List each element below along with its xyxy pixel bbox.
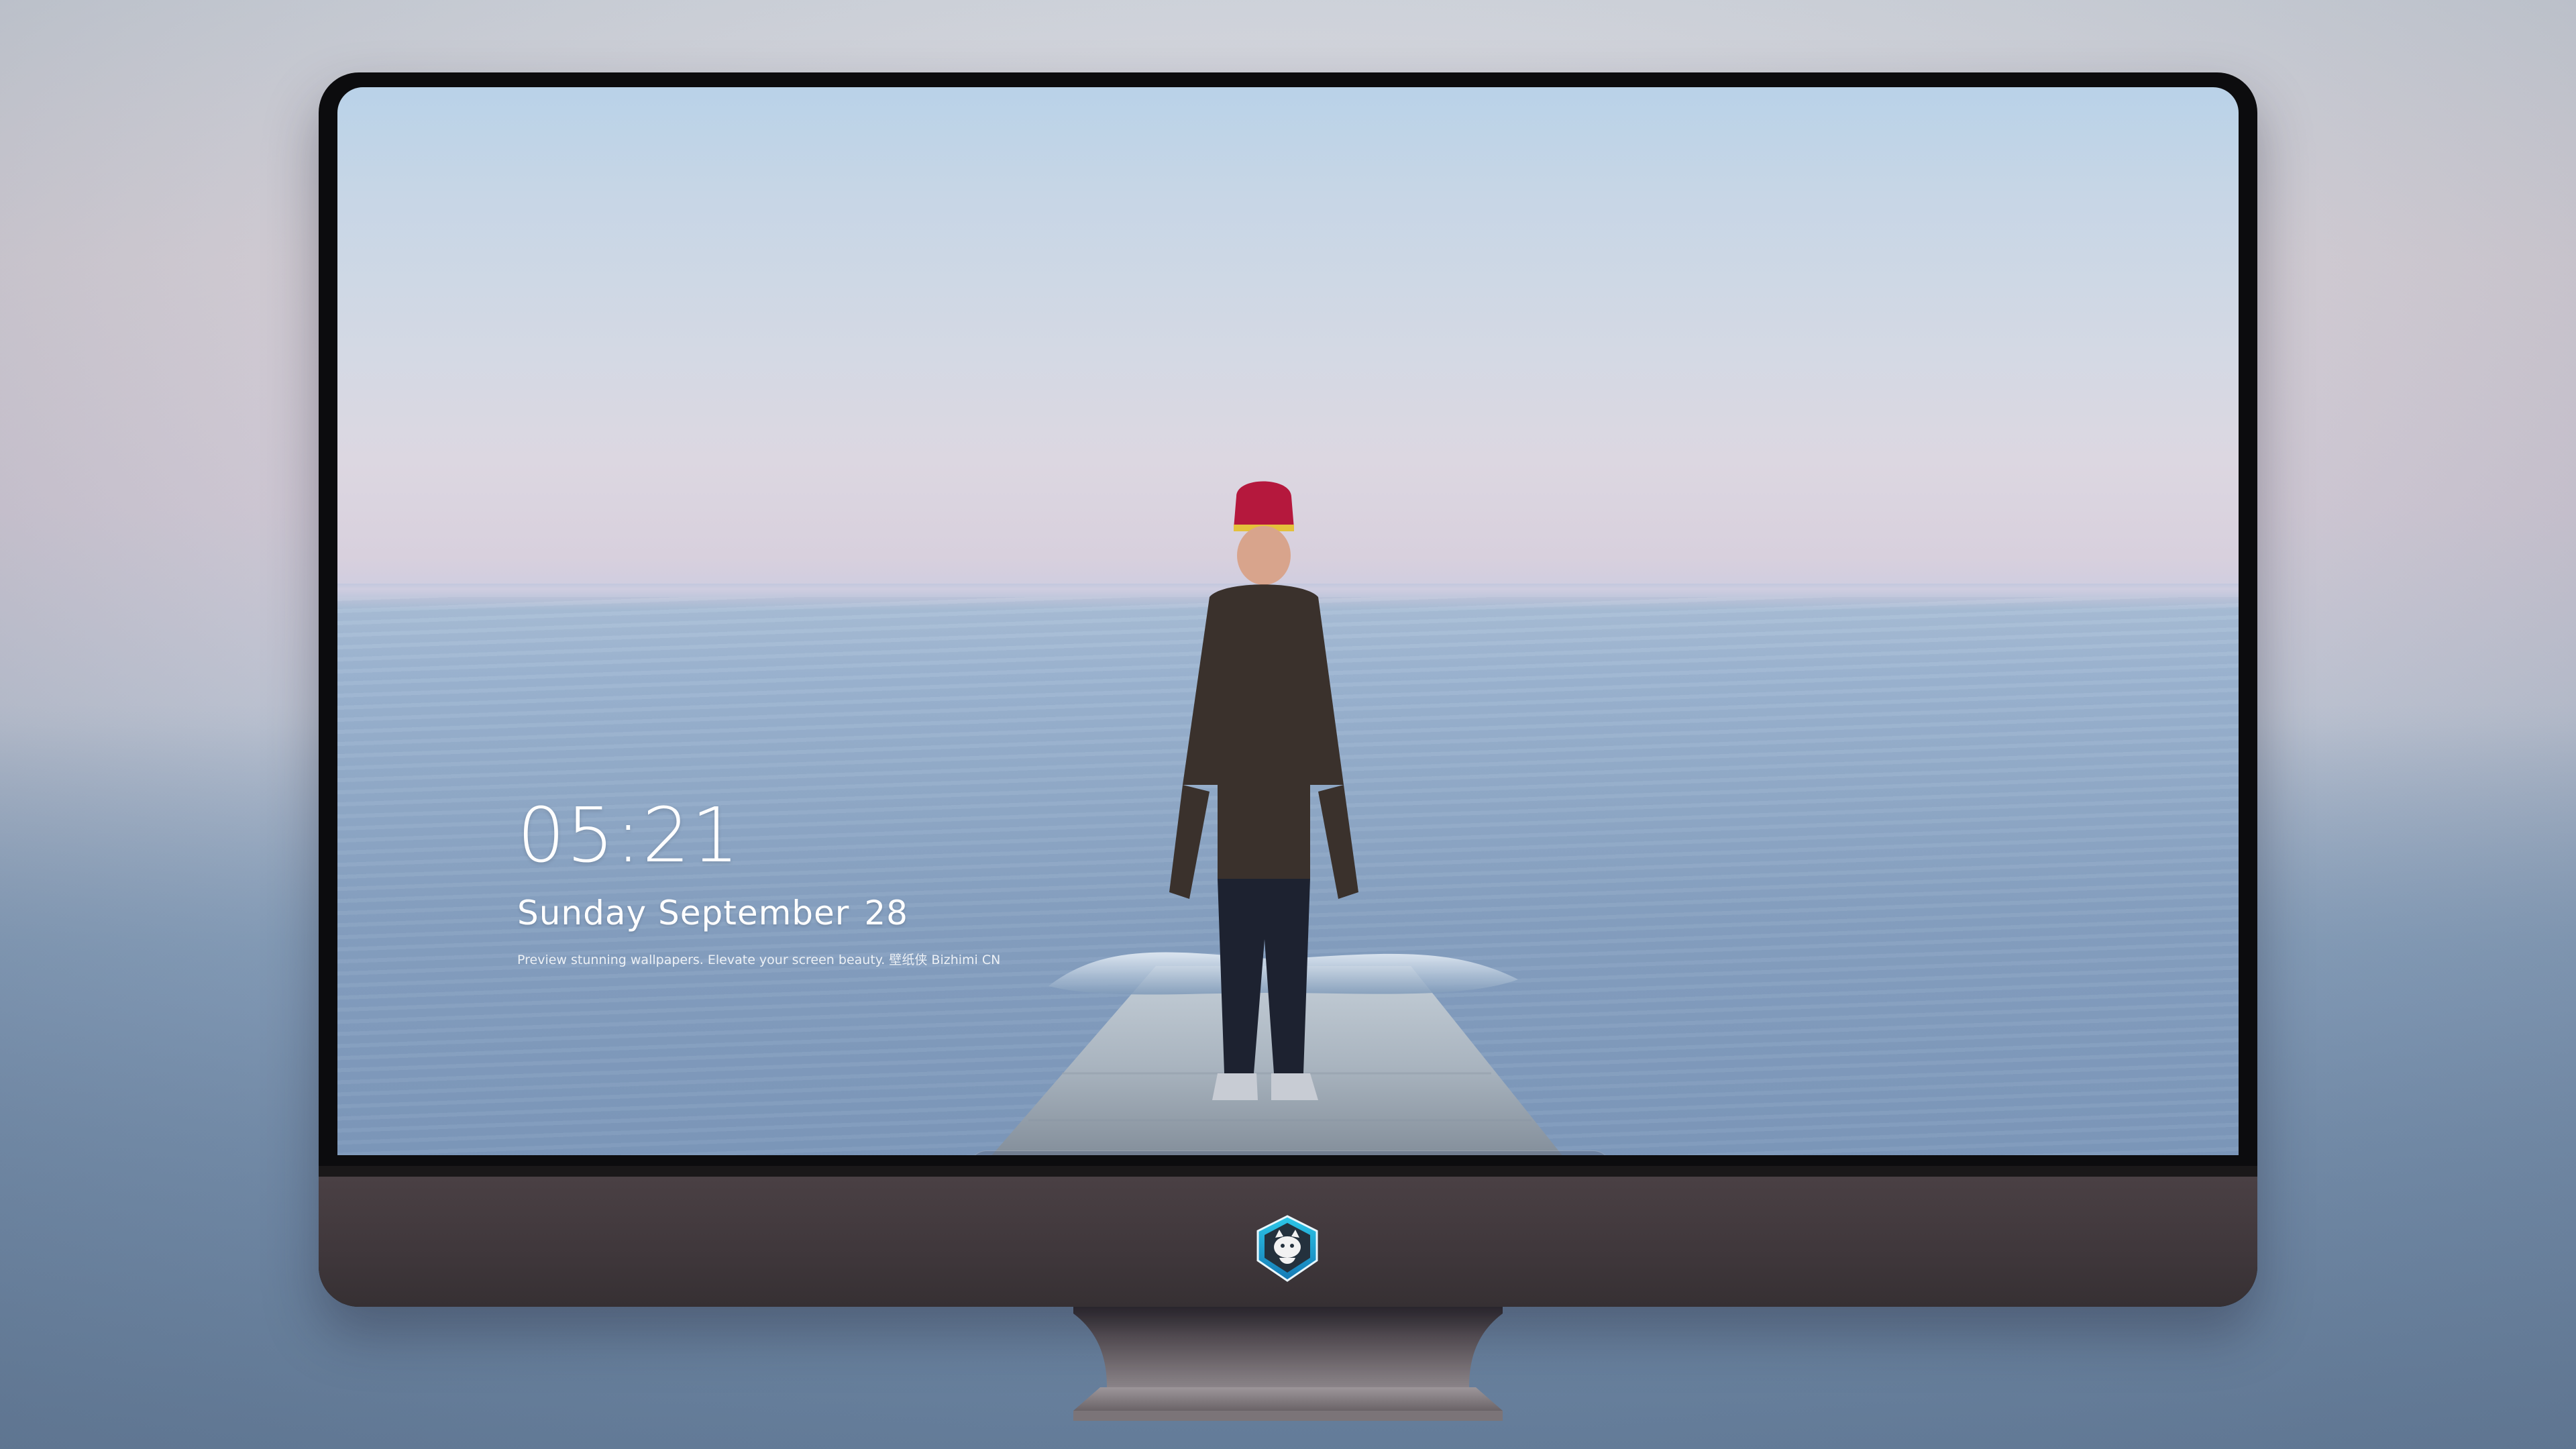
clock-time: 05:21 [517, 792, 741, 879]
clock-date-day: 28 [864, 894, 908, 932]
monitor-chin [319, 1166, 2257, 1307]
monitor: 05:21 Sunday September 28 Preview stunnin… [319, 72, 2257, 1307]
cat-logo-icon [1256, 1215, 1318, 1282]
clock-date-weekday-month: Sunday September [517, 894, 850, 932]
dock [968, 1150, 1612, 1155]
desktop-scene: 05:21 Sunday September 28 Preview stunnin… [0, 0, 2576, 1449]
monitor-stand [1073, 1307, 1503, 1421]
lockscreen-clock-widget: 05:21 Sunday September 28 Preview stunnin… [517, 798, 1000, 968]
person-illustration [1169, 481, 1358, 1100]
lock-screen: 05:21 Sunday September 28 Preview stunnin… [337, 87, 2239, 1155]
clock-date: Sunday September 28 [517, 894, 1000, 932]
wallpaper-tagline: Preview stunning wallpapers. Elevate you… [517, 953, 1001, 967]
